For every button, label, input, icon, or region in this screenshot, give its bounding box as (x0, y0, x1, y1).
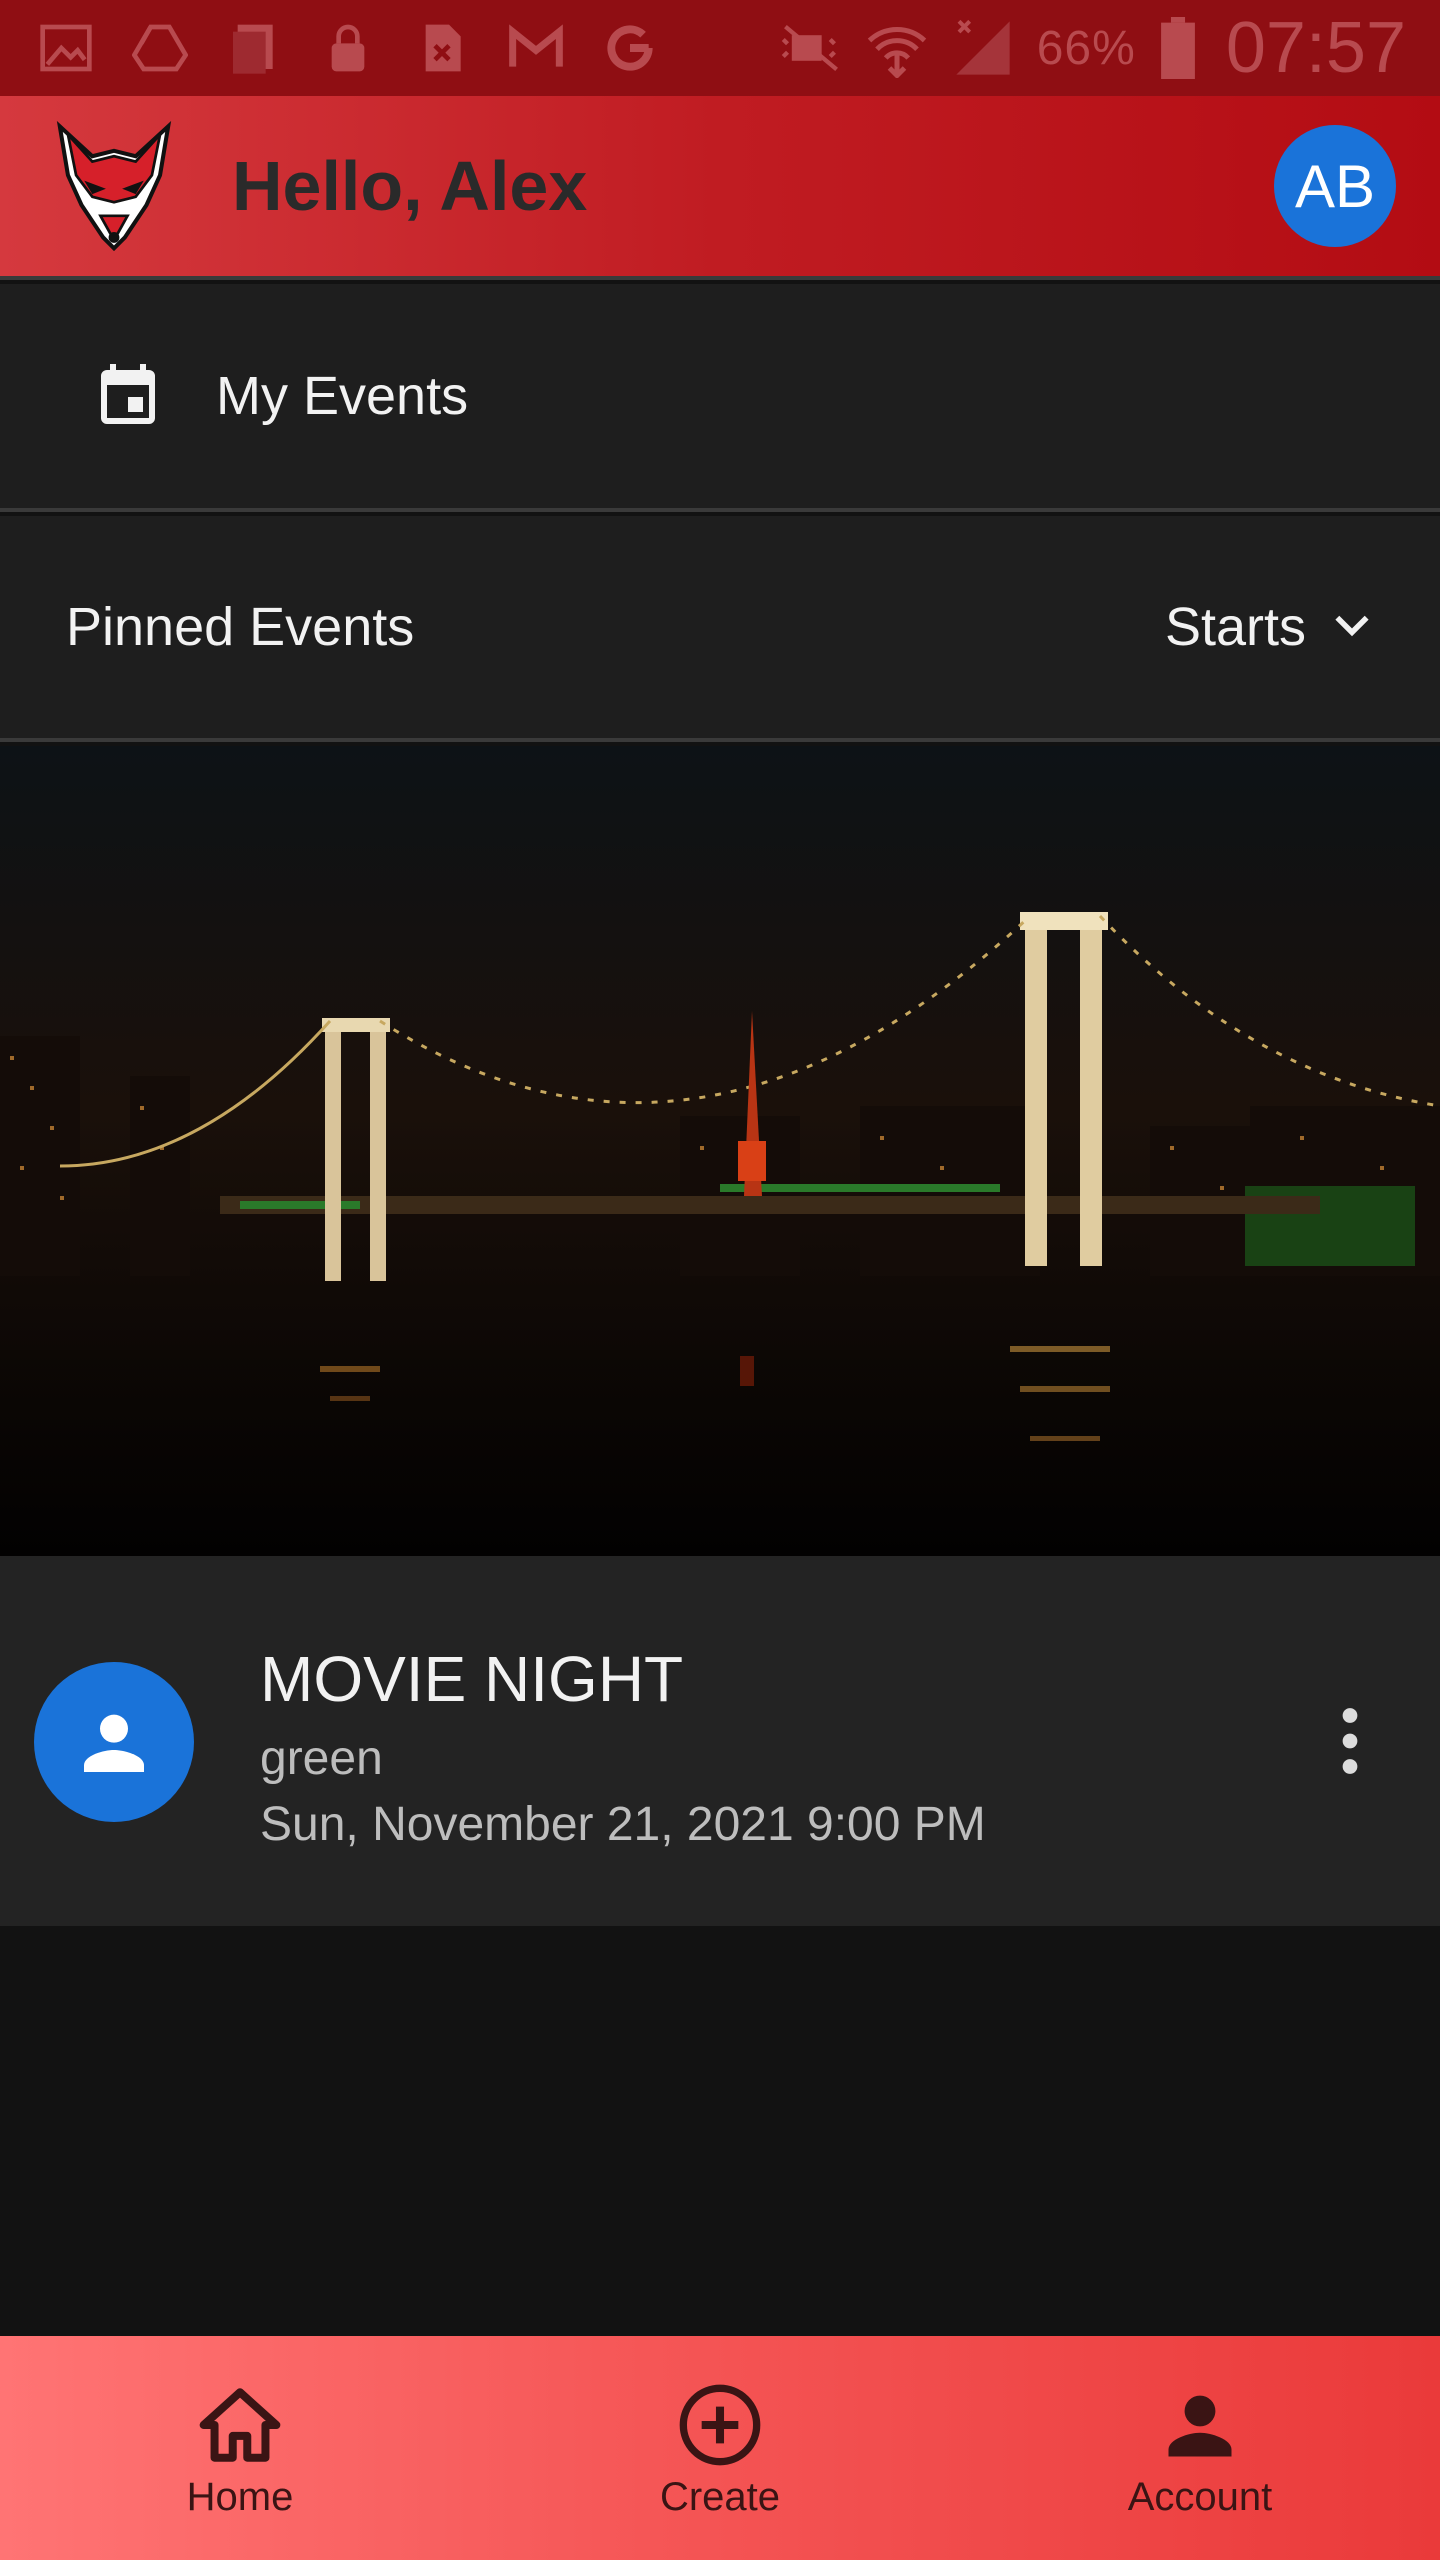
event-details: MOVIE NIGHT green Sun, November 21, 2021… (260, 1634, 986, 1858)
nav-account-label: Account (1127, 2474, 1273, 2519)
event-title: MOVIE NIGHT (260, 1643, 684, 1715)
nav-home[interactable]: Home (0, 2336, 480, 2560)
person-icon (84, 1714, 144, 1772)
status-system-icons: 66% 07:57 (779, 7, 1406, 89)
battery-icon (1158, 16, 1198, 80)
pinned-events-title: Pinned Events (66, 597, 415, 657)
event-cover-image[interactable] (0, 746, 1440, 1556)
signal-icon (951, 16, 1015, 80)
nav-create-label: Create (659, 2474, 781, 2519)
event-datetime: Sun, November 21, 2021 9:00 PM (260, 1798, 986, 1851)
mute-icon (779, 16, 843, 80)
nav-account[interactable]: Account (960, 2336, 1440, 2560)
more-options-button[interactable] (1320, 1696, 1380, 1786)
profile-avatar-button[interactable]: AB (1274, 125, 1396, 247)
status-bar: 66% 07:57 (0, 0, 1440, 96)
battery-percent: 66% (1036, 21, 1136, 75)
add-circle-icon (672, 2377, 768, 2473)
event-card[interactable]: MOVIE NIGHT green Sun, November 21, 2021… (0, 1556, 1440, 1926)
pinned-events-header: Pinned Events Starts (0, 516, 1440, 742)
nav-home-label: Home (186, 2474, 294, 2519)
copy-icon (222, 16, 286, 80)
drive-icon (128, 16, 192, 80)
calendar-icon (92, 356, 164, 437)
screen: 66% 07:57 Hello, Alex AB My Events Pinne… (0, 0, 1440, 2560)
lock-icon (316, 16, 380, 80)
nav-create[interactable]: Create (480, 2336, 960, 2560)
clock: 07:57 (1225, 8, 1406, 88)
account-icon (1152, 2377, 1248, 2473)
my-events-label: My Events (216, 366, 469, 426)
app-bar: Hello, Alex AB (0, 96, 1440, 280)
sort-selected-value: Starts (1164, 597, 1306, 657)
gmail-icon (504, 16, 568, 80)
home-icon (192, 2377, 288, 2473)
gallery-icon (34, 16, 98, 80)
google-icon (598, 16, 662, 80)
bottom-navigation: Home Create Account (0, 2336, 1440, 2560)
more-vert-icon (1342, 1708, 1358, 1774)
event-subtitle: green (260, 1732, 383, 1785)
sort-dropdown[interactable]: Starts (1165, 596, 1374, 658)
my-events-row[interactable]: My Events (0, 284, 1440, 512)
greeting-title: Hello, Alex (232, 147, 588, 225)
wifi-icon (865, 16, 929, 80)
file-x-icon (410, 16, 474, 80)
event-avatar (34, 1662, 194, 1822)
fox-logo (44, 116, 184, 256)
status-notification-icons (34, 16, 662, 80)
chevron-down-icon (1330, 603, 1374, 652)
